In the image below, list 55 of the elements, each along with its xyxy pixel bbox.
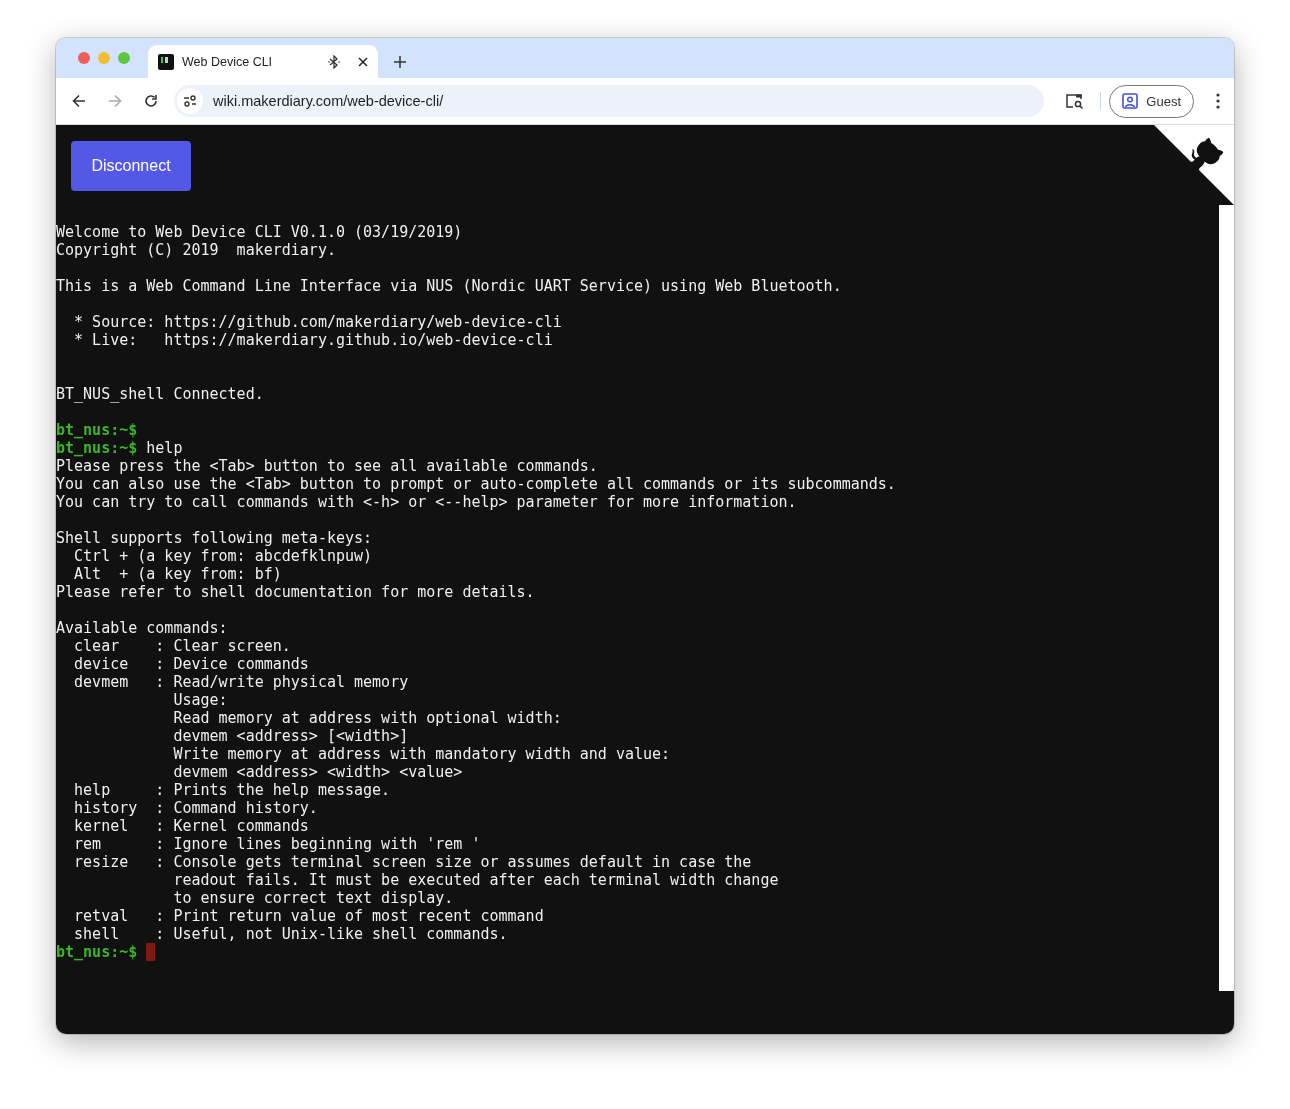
terminal-line: device : Device commands <box>73 655 309 673</box>
terminal-line: Please refer to shell documentation for more details. <box>56 583 535 601</box>
address-bar[interactable]: wiki.makerdiary.com/web-device-cli/ <box>174 85 1045 117</box>
screen-search-icon[interactable] <box>1066 93 1085 109</box>
profile-icon <box>1122 93 1139 109</box>
terminal-line: retval : Print return value of most recent command <box>73 907 544 925</box>
tab-title: Web Device CLI <box>182 54 274 69</box>
close-window-button[interactable] <box>78 52 90 64</box>
browser-tab[interactable]: Web Device CLI <box>148 45 378 78</box>
terminal-line: shell : Useful, not Unix-like shell commands. <box>73 925 508 943</box>
github-corner-icon[interactable] <box>1154 125 1234 205</box>
terminal-line: Write memory at address with mandatory width and value: <box>172 745 671 763</box>
terminal-line: Read memory at address with optional width: <box>172 709 562 727</box>
shell-prompt: bt_nus:~$ <box>56 439 138 457</box>
terminal-icon <box>158 53 174 70</box>
terminal-line: devmem : Read/write physical memory <box>73 673 409 691</box>
close-tab-icon[interactable] <box>358 56 368 67</box>
terminal-line: to ensure correct text display. <box>172 889 454 907</box>
terminal-line: devmem <address> [<width>] <box>172 727 409 745</box>
terminal-line: BT_NUS_shell Connected. <box>56 385 264 403</box>
terminal-line: * Live: https://makerdiary.github.io/web-device-cli <box>73 331 553 349</box>
terminal-line: readout fails. It must be executed after each terminal width change <box>172 871 779 889</box>
text-cursor <box>146 943 156 961</box>
profile-button[interactable]: Guest <box>1109 84 1194 118</box>
terminal-line: rem : Ignore lines beginning with 'rem ' <box>73 835 481 853</box>
terminal-line: Available commands: <box>56 619 228 637</box>
terminal-command: help <box>145 439 183 457</box>
terminal-line: You can try to call commands with <-h> or <--help> parameter for more information. <box>56 493 797 511</box>
terminal-line: help : Prints the help message. <box>73 781 391 799</box>
terminal-line: clear : Clear screen. <box>73 637 291 655</box>
terminal-line: You can also use the <Tab> button to prompt or auto-complete all commands or its subcommands. <box>56 475 896 493</box>
terminal-line: Usage: <box>172 691 228 709</box>
terminal-line: history : Command history. <box>73 799 318 817</box>
terminal-line: Alt + (a key from: bf) <box>73 565 282 583</box>
back-icon[interactable] <box>72 94 86 108</box>
url-text: wiki.makerdiary.com/web-device-cli/ <box>213 93 444 109</box>
menu-icon[interactable] <box>1216 93 1220 109</box>
disconnect-button[interactable]: Disconnect <box>71 141 191 191</box>
terminal-line: Welcome to Web Device CLI V0.1.0 (03/19/2019) <box>56 223 463 241</box>
bluetooth-icon <box>328 54 340 69</box>
terminal-line: resize : Console gets terminal screen size or assumes default in case the <box>73 853 752 871</box>
site-settings-icon[interactable] <box>177 88 203 114</box>
reload-icon[interactable] <box>144 94 158 108</box>
terminal-line: kernel : Kernel commands <box>73 817 309 835</box>
shell-prompt: bt_nus:~$ <box>56 943 138 961</box>
terminal-line: * Source: https://github.com/makerdiary/web-device-cli <box>73 313 562 331</box>
terminal-line: Ctrl + (a key from: abcdefklnpuw) <box>73 547 373 565</box>
terminal-line: Please press the <Tab> button to see all available commands. <box>56 457 598 475</box>
shell-prompt: bt_nus:~$ <box>56 421 138 439</box>
scrollbar[interactable] <box>1219 205 1234 991</box>
new-tab-icon[interactable] <box>394 56 406 68</box>
terminal-line: devmem <address> <width> <value> <box>172 763 463 781</box>
terminal-line: This is a Web Command Line Interface via NUS (Nordic UART Service) using Web Bluetooth. <box>56 277 842 295</box>
terminal-line: Shell supports following meta-keys: <box>56 529 373 547</box>
terminal-line: Copyright (C) 2019 makerdiary. <box>56 241 336 259</box>
